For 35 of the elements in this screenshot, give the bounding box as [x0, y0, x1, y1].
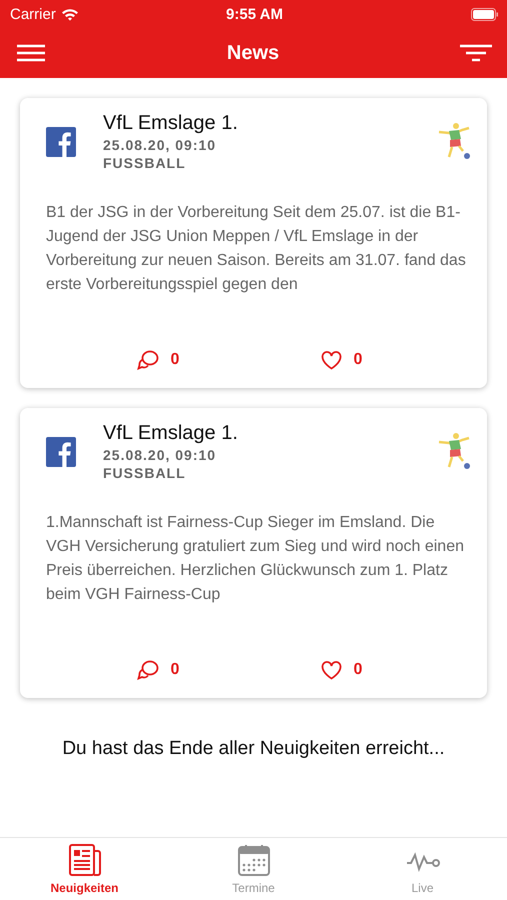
soccer-player-icon [437, 122, 473, 160]
like-count: 0 [354, 661, 362, 679]
category-label: FUSSBALL [103, 465, 187, 481]
wifi-icon [60, 8, 79, 20]
newspaper-icon [68, 843, 102, 877]
facebook-icon [46, 127, 76, 157]
comment-icon[interactable] [136, 660, 159, 680]
soccer-player-icon [437, 432, 473, 470]
author-name: VfL Emslage 1. [103, 422, 239, 445]
post-text: B1 der JSG in der Vorbereitung Seit dem 25.07. ist die B1-Jugend der JSG Union Meppen / VfL Emslage in der Vorbereitung zur neuen Saison. Bereits am 31.07. fand das erste Vorbereitungsspiel gegen den [46, 203, 467, 295]
tab-item[interactable]: Live [338, 838, 507, 900]
carrier-label: Carrier [10, 6, 56, 22]
post-card[interactable] [20, 408, 487, 698]
menu-icon[interactable] [16, 44, 46, 62]
end-message: Du hast das Ende aller Neuigkeiten erreicht... [61, 738, 446, 760]
calendar-icon [236, 843, 270, 877]
clock-time: 9:55 AM [226, 6, 283, 22]
comment-count: 0 [170, 351, 180, 369]
post-date: 25.08.20, 09:10 [103, 137, 218, 153]
comment-count: 0 [170, 661, 180, 679]
filter-icon[interactable] [460, 44, 492, 62]
category-label: FUSSBALL [103, 155, 187, 171]
tab-item[interactable]: Neuigkeiten [0, 838, 169, 900]
facebook-icon [46, 437, 76, 467]
battery-icon [471, 8, 499, 20]
comment-icon[interactable] [136, 350, 159, 370]
heart-icon[interactable] [320, 350, 342, 370]
post-text: 1.Mannschaft ist Fairness-Cup Sieger im Emsland. Die VGH Versicherung gratuliert zum Sieg und wird noch einen Preis überreichen. Herzlichen Glückwunsch zum 1. Platz beim VGH Fairness-Cup [46, 513, 465, 605]
screen-title: News [226, 42, 280, 64]
like-count: 0 [354, 351, 362, 369]
post-card[interactable] [20, 98, 487, 388]
tab-item[interactable]: Termine [169, 838, 338, 900]
author-name: VfL Emslage 1. [103, 112, 239, 135]
post-date: 25.08.20, 09:10 [103, 447, 218, 463]
heart-icon[interactable] [320, 660, 342, 680]
